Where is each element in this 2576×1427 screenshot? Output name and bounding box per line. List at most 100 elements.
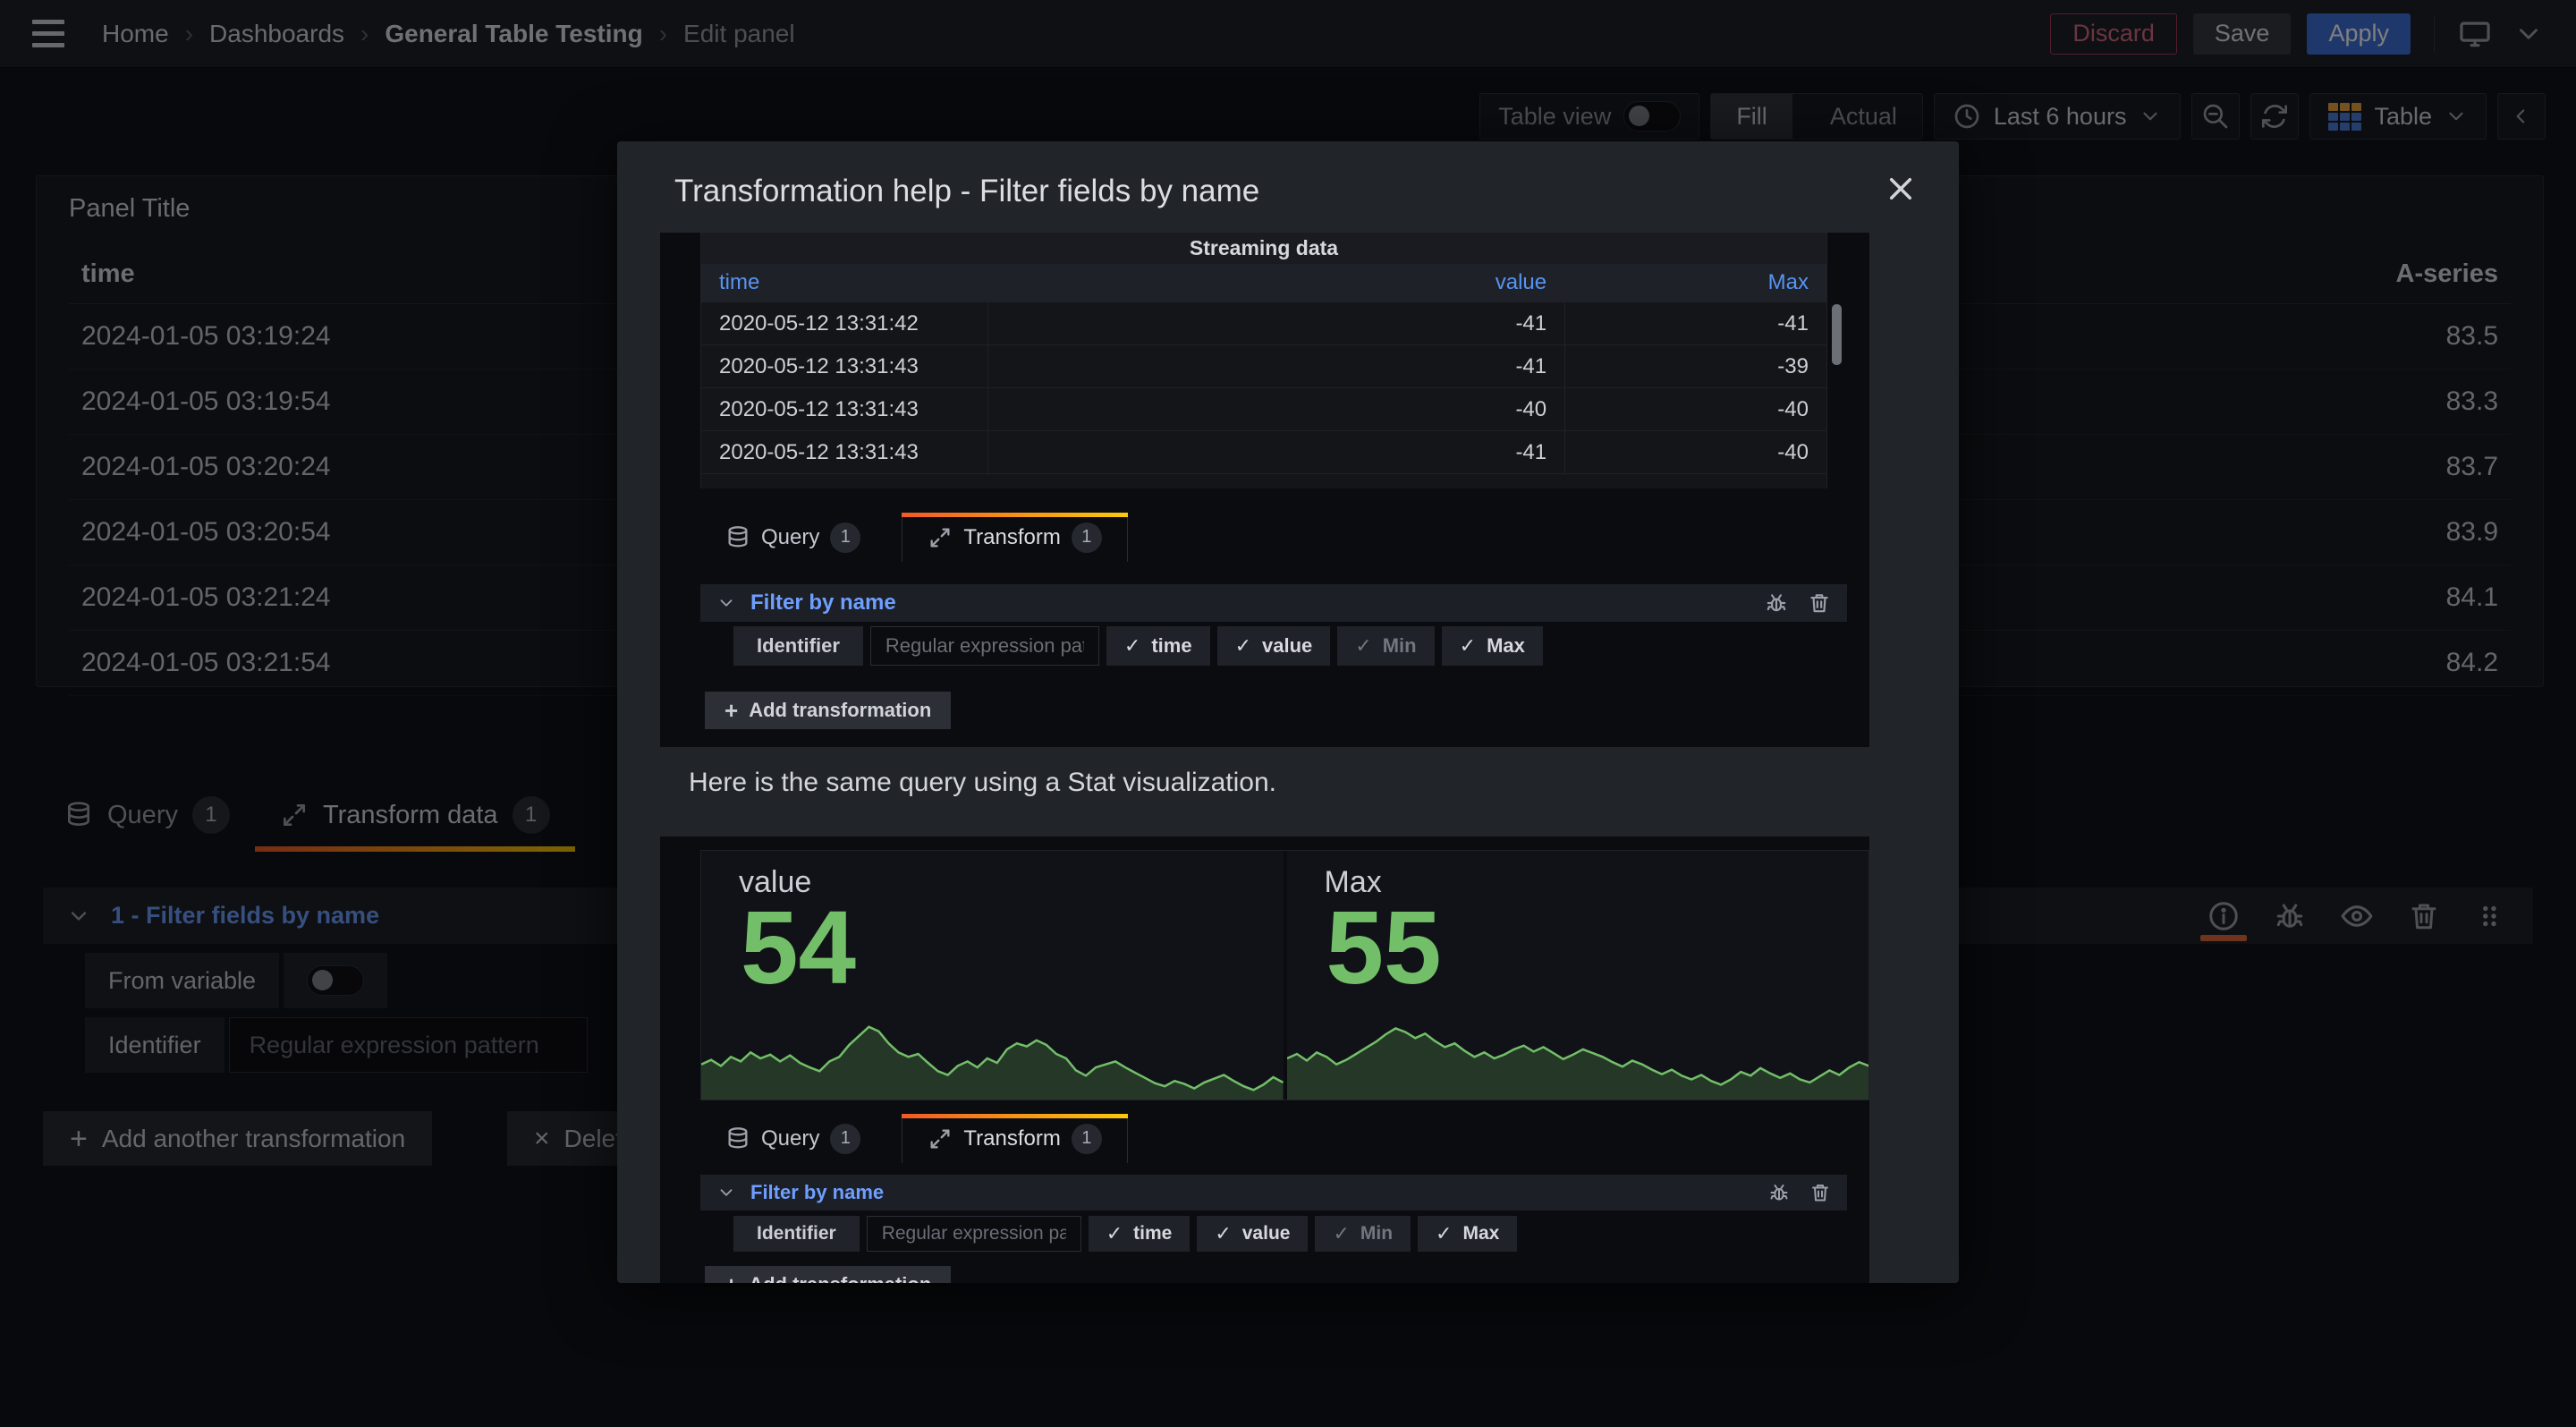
filter-by-name-title[interactable]: Filter by name (750, 590, 896, 616)
table-cell: -40 (1565, 431, 1826, 473)
check-icon: ✓ (1106, 1222, 1123, 1245)
modal-close-button[interactable] (1884, 172, 1918, 206)
check-icon: ✓ (1460, 634, 1476, 658)
column-header-time[interactable]: time (701, 264, 988, 302)
identifier-input[interactable] (870, 626, 1099, 666)
streaming-data-table: Streaming data time value Max 2020-05-12… (700, 233, 1827, 488)
field-pill-label: Max (1462, 1223, 1499, 1244)
table-cell: 2020-05-12 13:31:43 (701, 388, 988, 430)
modal-title: Transformation help - Filter fields by n… (674, 174, 1259, 209)
table-cell: 2020-05-12 13:31:43 (701, 431, 988, 473)
column-header-value[interactable]: value (988, 264, 1565, 302)
tab-transform[interactable]: Transform 1 (902, 513, 1127, 562)
identifier-label: Identifier (733, 626, 863, 666)
transformation-help-modal: Transformation help - Filter fields by n… (617, 141, 1959, 1283)
table-cell: -39 (1565, 345, 1826, 387)
help-example-stat-block: value 54 Max 55 Query 1 Transform 1 (660, 837, 1869, 1283)
stat-max: Max 55 (1287, 851, 1869, 1100)
sparkline-max (1287, 1017, 1869, 1100)
query-count-badge: 1 (830, 522, 860, 553)
add-transformation-label: Add transformation (749, 699, 931, 722)
identifier-row: Identifier ✓time✓value✓Min✓Max (733, 626, 1543, 666)
table-cell: -41 (988, 431, 1565, 473)
field-pill-Min[interactable]: ✓ Min (1315, 1216, 1411, 1252)
identifier-row: Identifier ✓ time ✓ value ✓ Min ✓ Max (733, 1216, 1517, 1252)
trash-icon[interactable] (1809, 1182, 1831, 1203)
filter-actions (1765, 591, 1831, 615)
chevron-down-icon (716, 1183, 736, 1202)
add-transformation-button[interactable]: + Add transformation (705, 1266, 951, 1283)
tab-query[interactable]: Query 1 (700, 1114, 886, 1163)
plus-icon: + (724, 699, 738, 722)
table-cell: -41 (988, 345, 1565, 387)
identifier-label: Identifier (733, 1216, 860, 1252)
table-row: 2020-05-12 13:31:43-41-39 (701, 344, 1826, 387)
field-pill-Min[interactable]: ✓Min (1337, 626, 1434, 666)
filter-by-name-title[interactable]: Filter by name (750, 1181, 884, 1204)
modal-table-body: 2020-05-12 13:31:42-41-412020-05-12 13:3… (701, 302, 1826, 473)
debug-bug-icon[interactable] (1765, 591, 1788, 615)
field-pill-value[interactable]: ✓ value (1217, 626, 1331, 666)
add-transformation-label: Add transformation (749, 1273, 931, 1283)
table-cell: -40 (988, 388, 1565, 430)
field-pill-time[interactable]: ✓ time (1089, 1216, 1191, 1252)
help-example-table-block: Streaming data time value Max 2020-05-12… (660, 233, 1869, 747)
tab-transform[interactable]: Transform 1 (902, 1114, 1127, 1163)
field-pill-time[interactable]: ✓time (1106, 626, 1210, 666)
stat-value-number: 54 (741, 896, 856, 999)
identifier-input[interactable] (867, 1216, 1081, 1252)
field-pill-label: value (1262, 634, 1312, 658)
table-cell: -40 (1565, 388, 1826, 430)
tab-query-label: Query (761, 525, 819, 550)
table-cell: -41 (988, 302, 1565, 344)
streaming-table-header: time value Max (701, 264, 1826, 302)
check-icon: ✓ (1436, 1222, 1452, 1245)
chevron-down-icon (716, 593, 736, 613)
filter-actions (1768, 1182, 1831, 1203)
table-cell: 2020-05-12 13:31:42 (701, 302, 988, 344)
table-row: 2020-05-12 13:31:43-40-40 (701, 387, 1826, 430)
field-pill-Max[interactable]: ✓ Max (1442, 626, 1543, 666)
field-pill-label: Min (1360, 1223, 1393, 1244)
table-row-partial (701, 473, 1826, 488)
field-pill-label: value (1242, 1223, 1291, 1244)
tab-transform-label: Transform (963, 525, 1060, 550)
field-pills: ✓time✓value✓Min✓Max (1106, 626, 1543, 666)
sparkline-value (701, 1017, 1284, 1100)
streaming-data-title: Streaming data (701, 233, 1826, 264)
help-editor-tabs-1: Query 1 Transform 1 (700, 513, 1128, 562)
tab-query[interactable]: Query 1 (700, 513, 886, 562)
check-icon: ✓ (1124, 634, 1140, 658)
field-pills: ✓ time ✓ value ✓ Min ✓ Max (1089, 1216, 1518, 1252)
field-pill-value[interactable]: ✓ value (1197, 1216, 1308, 1252)
add-transformation-button[interactable]: + Add transformation (705, 692, 951, 729)
query-count-badge: 1 (830, 1124, 860, 1154)
tab-transform-label: Transform (963, 1126, 1060, 1151)
plus-icon: + (724, 1273, 738, 1283)
table-cell: 2020-05-12 13:31:43 (701, 345, 988, 387)
transform-count-badge: 1 (1072, 1124, 1102, 1154)
stat-value: value 54 (701, 851, 1287, 1100)
filter-by-name-header[interactable]: Filter by name (700, 1175, 1847, 1210)
check-icon: ✓ (1215, 1222, 1231, 1245)
check-icon: ✓ (1333, 1222, 1349, 1245)
help-editor-tabs-2: Query 1 Transform 1 (700, 1114, 1128, 1163)
debug-bug-icon[interactable] (1768, 1182, 1790, 1203)
filter-by-name-header[interactable]: Filter by name (700, 584, 1847, 622)
table-cell: -41 (1565, 302, 1826, 344)
scrollbar-thumb[interactable] (1832, 304, 1842, 365)
field-pill-label: Max (1487, 634, 1525, 658)
field-pill-label: time (1133, 1223, 1172, 1244)
transform-count-badge: 1 (1072, 522, 1102, 553)
table-row: 2020-05-12 13:31:42-41-41 (701, 302, 1826, 344)
column-header-max[interactable]: Max (1565, 264, 1826, 302)
field-pill-label: Min (1383, 634, 1417, 658)
table-row: 2020-05-12 13:31:43-41-40 (701, 430, 1826, 473)
check-icon: ✓ (1235, 634, 1251, 658)
tab-query-label: Query (761, 1126, 819, 1151)
stat-panel: value 54 Max 55 (700, 850, 1869, 1100)
trash-icon[interactable] (1808, 591, 1831, 615)
field-pill-Max[interactable]: ✓ Max (1418, 1216, 1517, 1252)
stat-max-number: 55 (1326, 896, 1442, 999)
stat-intro-text: Here is the same query using a Stat visu… (689, 768, 1276, 798)
